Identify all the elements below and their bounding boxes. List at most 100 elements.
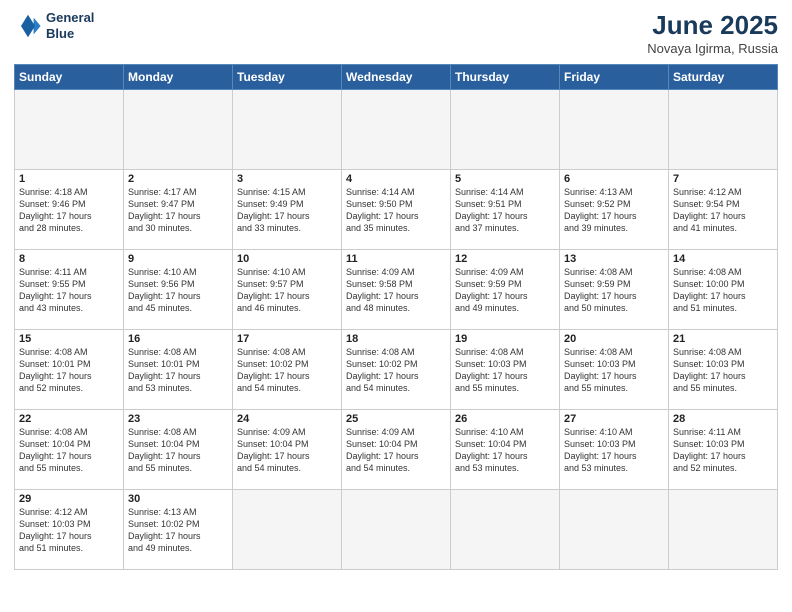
calendar-cell: 9Sunrise: 4:10 AM Sunset: 9:56 PM Daylig… [124, 250, 233, 330]
day-number: 25 [346, 413, 446, 425]
day-number: 8 [19, 253, 119, 265]
calendar-cell: 3Sunrise: 4:15 AM Sunset: 9:49 PM Daylig… [233, 170, 342, 250]
day-number: 3 [237, 173, 337, 185]
day-number: 30 [128, 493, 228, 505]
weekday-header: Monday [124, 65, 233, 90]
day-info: Sunrise: 4:08 AM Sunset: 10:04 PM Daylig… [19, 426, 119, 475]
logo-text: General Blue [46, 10, 94, 41]
day-info: Sunrise: 4:10 AM Sunset: 9:57 PM Dayligh… [237, 266, 337, 315]
calendar-cell: 14Sunrise: 4:08 AM Sunset: 10:00 PM Dayl… [669, 250, 778, 330]
location: Novaya Igirma, Russia [647, 41, 778, 56]
day-number: 10 [237, 253, 337, 265]
calendar-cell: 22Sunrise: 4:08 AM Sunset: 10:04 PM Dayl… [15, 410, 124, 490]
day-info: Sunrise: 4:11 AM Sunset: 9:55 PM Dayligh… [19, 266, 119, 315]
calendar-cell: 30Sunrise: 4:13 AM Sunset: 10:02 PM Dayl… [124, 490, 233, 570]
calendar-week-row: 22Sunrise: 4:08 AM Sunset: 10:04 PM Dayl… [15, 410, 778, 490]
logo-icon [14, 12, 42, 40]
weekday-header: Thursday [451, 65, 560, 90]
day-info: Sunrise: 4:10 AM Sunset: 9:56 PM Dayligh… [128, 266, 228, 315]
calendar-cell: 17Sunrise: 4:08 AM Sunset: 10:02 PM Dayl… [233, 330, 342, 410]
day-number: 17 [237, 333, 337, 345]
calendar-cell: 12Sunrise: 4:09 AM Sunset: 9:59 PM Dayli… [451, 250, 560, 330]
calendar-cell [15, 90, 124, 170]
calendar-table: SundayMondayTuesdayWednesdayThursdayFrid… [14, 64, 778, 570]
day-number: 5 [455, 173, 555, 185]
calendar-cell: 25Sunrise: 4:09 AM Sunset: 10:04 PM Dayl… [342, 410, 451, 490]
day-info: Sunrise: 4:08 AM Sunset: 10:00 PM Daylig… [673, 266, 773, 315]
calendar-cell: 13Sunrise: 4:08 AM Sunset: 9:59 PM Dayli… [560, 250, 669, 330]
calendar-cell: 16Sunrise: 4:08 AM Sunset: 10:01 PM Dayl… [124, 330, 233, 410]
calendar-cell [342, 490, 451, 570]
calendar-cell: 2Sunrise: 4:17 AM Sunset: 9:47 PM Daylig… [124, 170, 233, 250]
calendar-cell: 5Sunrise: 4:14 AM Sunset: 9:51 PM Daylig… [451, 170, 560, 250]
calendar-cell: 21Sunrise: 4:08 AM Sunset: 10:03 PM Dayl… [669, 330, 778, 410]
calendar-cell: 4Sunrise: 4:14 AM Sunset: 9:50 PM Daylig… [342, 170, 451, 250]
calendar-cell: 18Sunrise: 4:08 AM Sunset: 10:02 PM Dayl… [342, 330, 451, 410]
day-info: Sunrise: 4:08 AM Sunset: 10:03 PM Daylig… [673, 346, 773, 395]
day-info: Sunrise: 4:09 AM Sunset: 10:04 PM Daylig… [237, 426, 337, 475]
day-number: 28 [673, 413, 773, 425]
day-number: 19 [455, 333, 555, 345]
calendar-cell: 1Sunrise: 4:18 AM Sunset: 9:46 PM Daylig… [15, 170, 124, 250]
page-container: General Blue June 2025 Novaya Igirma, Ru… [0, 0, 792, 580]
day-info: Sunrise: 4:15 AM Sunset: 9:49 PM Dayligh… [237, 186, 337, 235]
weekday-header: Wednesday [342, 65, 451, 90]
day-number: 22 [19, 413, 119, 425]
day-number: 2 [128, 173, 228, 185]
day-info: Sunrise: 4:08 AM Sunset: 10:03 PM Daylig… [564, 346, 664, 395]
calendar-cell [342, 90, 451, 170]
day-number: 29 [19, 493, 119, 505]
day-info: Sunrise: 4:12 AM Sunset: 9:54 PM Dayligh… [673, 186, 773, 235]
day-number: 6 [564, 173, 664, 185]
calendar-cell: 20Sunrise: 4:08 AM Sunset: 10:03 PM Dayl… [560, 330, 669, 410]
day-number: 16 [128, 333, 228, 345]
day-number: 14 [673, 253, 773, 265]
calendar-cell [451, 90, 560, 170]
logo: General Blue [14, 10, 94, 41]
day-number: 15 [19, 333, 119, 345]
calendar-cell: 7Sunrise: 4:12 AM Sunset: 9:54 PM Daylig… [669, 170, 778, 250]
calendar-cell [451, 490, 560, 570]
month-title: June 2025 [647, 10, 778, 41]
calendar-week-row [15, 90, 778, 170]
calendar-cell [233, 490, 342, 570]
day-info: Sunrise: 4:08 AM Sunset: 10:02 PM Daylig… [346, 346, 446, 395]
calendar-cell: 23Sunrise: 4:08 AM Sunset: 10:04 PM Dayl… [124, 410, 233, 490]
calendar-cell [560, 490, 669, 570]
day-number: 27 [564, 413, 664, 425]
day-info: Sunrise: 4:17 AM Sunset: 9:47 PM Dayligh… [128, 186, 228, 235]
day-info: Sunrise: 4:08 AM Sunset: 10:04 PM Daylig… [128, 426, 228, 475]
day-info: Sunrise: 4:09 AM Sunset: 9:59 PM Dayligh… [455, 266, 555, 315]
calendar-cell: 19Sunrise: 4:08 AM Sunset: 10:03 PM Dayl… [451, 330, 560, 410]
title-area: June 2025 Novaya Igirma, Russia [647, 10, 778, 56]
calendar-cell: 24Sunrise: 4:09 AM Sunset: 10:04 PM Dayl… [233, 410, 342, 490]
calendar-week-row: 29Sunrise: 4:12 AM Sunset: 10:03 PM Dayl… [15, 490, 778, 570]
day-info: Sunrise: 4:10 AM Sunset: 10:04 PM Daylig… [455, 426, 555, 475]
calendar-cell: 6Sunrise: 4:13 AM Sunset: 9:52 PM Daylig… [560, 170, 669, 250]
day-info: Sunrise: 4:09 AM Sunset: 9:58 PM Dayligh… [346, 266, 446, 315]
weekday-header: Tuesday [233, 65, 342, 90]
calendar-cell [560, 90, 669, 170]
calendar-cell [124, 90, 233, 170]
calendar-cell: 8Sunrise: 4:11 AM Sunset: 9:55 PM Daylig… [15, 250, 124, 330]
day-number: 11 [346, 253, 446, 265]
calendar-cell: 15Sunrise: 4:08 AM Sunset: 10:01 PM Dayl… [15, 330, 124, 410]
calendar-cell: 28Sunrise: 4:11 AM Sunset: 10:03 PM Dayl… [669, 410, 778, 490]
day-info: Sunrise: 4:08 AM Sunset: 10:01 PM Daylig… [128, 346, 228, 395]
day-number: 13 [564, 253, 664, 265]
day-number: 1 [19, 173, 119, 185]
calendar-cell [669, 490, 778, 570]
weekday-header: Sunday [15, 65, 124, 90]
calendar-cell: 26Sunrise: 4:10 AM Sunset: 10:04 PM Dayl… [451, 410, 560, 490]
day-info: Sunrise: 4:08 AM Sunset: 10:01 PM Daylig… [19, 346, 119, 395]
day-number: 20 [564, 333, 664, 345]
day-number: 7 [673, 173, 773, 185]
day-number: 24 [237, 413, 337, 425]
day-info: Sunrise: 4:10 AM Sunset: 10:03 PM Daylig… [564, 426, 664, 475]
day-info: Sunrise: 4:13 AM Sunset: 10:02 PM Daylig… [128, 506, 228, 555]
calendar-cell [233, 90, 342, 170]
day-number: 26 [455, 413, 555, 425]
day-info: Sunrise: 4:08 AM Sunset: 10:03 PM Daylig… [455, 346, 555, 395]
calendar-cell: 11Sunrise: 4:09 AM Sunset: 9:58 PM Dayli… [342, 250, 451, 330]
weekday-header: Saturday [669, 65, 778, 90]
